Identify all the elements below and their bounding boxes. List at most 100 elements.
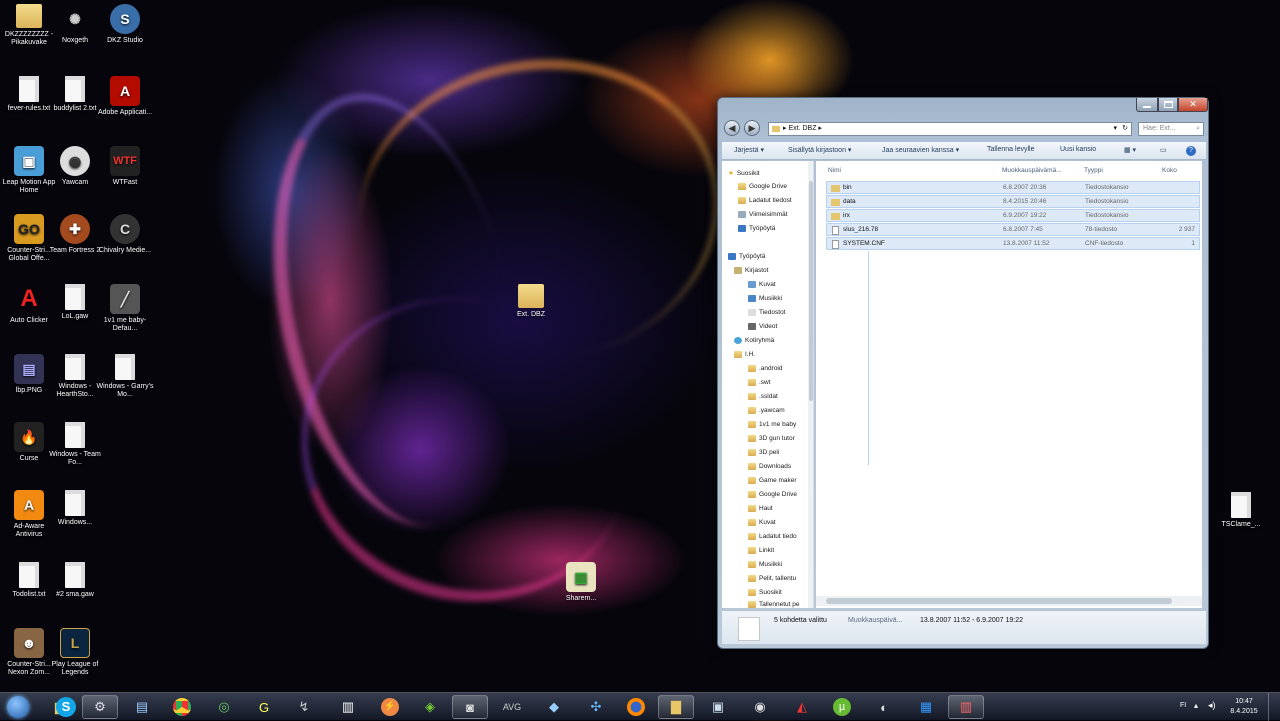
taskbar-game[interactable]: ◉ bbox=[742, 695, 778, 719]
include-in-library-button[interactable]: Sisällytä kirjastoon ▾ bbox=[788, 146, 851, 154]
desktop-icon-league[interactable]: L Play League of Legends bbox=[46, 628, 104, 677]
taskbar-garena[interactable]: G bbox=[246, 695, 282, 719]
nav-item-folder[interactable]: Kuvat bbox=[748, 519, 776, 526]
nav-item-desktop-fav[interactable]: Työpöytä bbox=[738, 225, 775, 232]
taskbar-multi[interactable]: ▥ bbox=[948, 695, 984, 719]
nav-item-folder[interactable]: 3D peli bbox=[748, 449, 779, 456]
nav-item-google-drive[interactable]: Google Drive bbox=[738, 183, 787, 190]
view-options-icon[interactable]: ▦ ▾ bbox=[1124, 146, 1136, 154]
back-button[interactable]: ◀ bbox=[724, 120, 740, 136]
maximize-button[interactable] bbox=[1158, 98, 1178, 112]
burn-button[interactable]: Tallenna levylle bbox=[987, 146, 1034, 153]
table-row[interactable]: irx 6.9.2007 19:22 Tiedostokansio bbox=[826, 209, 1200, 222]
desktop-icon-windows[interactable]: Windows... bbox=[46, 490, 104, 527]
nav-item-music[interactable]: Musiikki bbox=[748, 295, 782, 302]
desktop-icon-2-sma[interactable]: #2 sma.gaw bbox=[46, 562, 104, 599]
taskbar-launcher[interactable]: AVG bbox=[494, 695, 530, 719]
nav-item-recent[interactable]: Viimeisimmät bbox=[738, 211, 788, 218]
nav-item-downloads[interactable]: Ladatut tiedost bbox=[738, 197, 792, 204]
forward-button[interactable]: ▶ bbox=[744, 120, 760, 136]
address-dropdown-icon[interactable]: ▾ bbox=[1113, 123, 1117, 135]
nav-item-libraries[interactable]: Kirjastot bbox=[734, 267, 768, 274]
nav-item-folder[interactable]: 3D gun tutor bbox=[748, 435, 795, 442]
table-row[interactable]: SYSTEM.CNF 13.8.2007 11:52 CNF-tiedosto … bbox=[826, 237, 1200, 250]
nav-item-pictures[interactable]: Kuvat bbox=[748, 281, 776, 288]
nav-item-folder[interactable]: Google Drive bbox=[748, 491, 797, 498]
column-header-modified[interactable]: Muokkauspäivämä... bbox=[1002, 167, 1062, 174]
nav-item-folder[interactable]: .swt bbox=[748, 379, 771, 386]
language-indicator[interactable]: FI bbox=[1180, 702, 1186, 709]
nav-item-folder[interactable]: .android bbox=[748, 365, 783, 372]
nav-item-folder[interactable]: Haut bbox=[748, 505, 773, 512]
nav-item-homegroup[interactable]: Kotiryhmä bbox=[734, 337, 774, 344]
taskbar-app[interactable]: ↯ bbox=[286, 695, 322, 719]
desktop-icon-garrys-mod[interactable]: Windows - Garry's Mo... bbox=[96, 354, 154, 399]
column-header-size[interactable]: Koko bbox=[1162, 167, 1177, 174]
nav-item-folder[interactable]: Suosikit bbox=[748, 589, 782, 596]
desktop-icon-ext-dbz[interactable]: Ext. DBZ bbox=[502, 284, 560, 319]
taskbar-network[interactable]: ✣ bbox=[578, 695, 614, 719]
nav-scrollbar[interactable] bbox=[808, 161, 813, 608]
taskbar-skype[interactable]: S bbox=[48, 695, 84, 719]
taskbar-dart[interactable]: ◭ bbox=[784, 695, 820, 719]
nav-item-folder[interactable]: Musiikki bbox=[748, 561, 782, 568]
taskbar-terminal[interactable]: ◙ bbox=[452, 695, 488, 719]
file-list[interactable]: Nimi Muokkauspäivämä... Tyyppi Koko bin … bbox=[816, 161, 1202, 608]
taskbar-league[interactable]: ▥ bbox=[330, 695, 366, 719]
volume-icon[interactable]: ◂) bbox=[1208, 700, 1216, 711]
nav-item-folder[interactable]: Downloads bbox=[748, 463, 791, 470]
nav-item-folder[interactable]: Tallennetut pe bbox=[748, 601, 799, 608]
desktop-icon-team-fo[interactable]: Windows - Team Fo... bbox=[46, 422, 104, 467]
desktop-icon-tsclame[interactable]: TSClame_... bbox=[1212, 492, 1270, 529]
table-row[interactable]: slus_216.78 6.8.2007 7:45 78-tiedosto 2 … bbox=[826, 223, 1200, 236]
refresh-icon[interactable]: ↻ bbox=[1122, 123, 1128, 135]
scroll-thumb[interactable] bbox=[809, 181, 813, 401]
taskbar-arrow[interactable]: ◆ bbox=[536, 695, 572, 719]
nav-item-folder[interactable]: Game maker bbox=[748, 477, 797, 484]
taskbar-files[interactable]: ▤ bbox=[124, 695, 160, 719]
preview-pane-icon[interactable]: ▭ bbox=[1160, 146, 1167, 154]
taskbar-fraps[interactable]: ◐ bbox=[866, 695, 902, 719]
taskbar-explorer-window[interactable]: ▇ bbox=[658, 695, 694, 719]
nav-item-videos[interactable]: Videot bbox=[748, 323, 777, 330]
search-input[interactable]: Hae: Ext... ⌕ bbox=[1138, 122, 1204, 136]
start-button[interactable] bbox=[2, 695, 34, 719]
share-with-button[interactable]: Jaa seuraavien kanssa ▾ bbox=[882, 146, 959, 154]
scroll-thumb[interactable] bbox=[826, 598, 1172, 604]
breadcrumb-folder[interactable]: Ext. DBZ bbox=[788, 125, 816, 132]
taskbar-nvidia[interactable]: ◈ bbox=[412, 695, 448, 719]
taskbar-media[interactable]: ⚡ bbox=[372, 695, 408, 719]
table-row[interactable]: bin 6.8.2007 20:36 Tiedostokansio bbox=[826, 181, 1200, 194]
organize-button[interactable]: Järjestä ▾ bbox=[734, 146, 764, 154]
nav-item-folder[interactable]: Linkit bbox=[748, 547, 774, 554]
column-header-name[interactable]: Nimi bbox=[828, 167, 841, 174]
help-icon[interactable]: ? bbox=[1186, 146, 1196, 156]
taskbar-chrome[interactable] bbox=[164, 695, 200, 719]
tray-expand-icon[interactable]: ▴ bbox=[1194, 701, 1198, 710]
taskbar-app-window[interactable]: ▣ bbox=[700, 695, 736, 719]
nav-item-folder[interactable]: 1v1 me baby bbox=[748, 421, 796, 428]
nav-item-user[interactable]: I.H. bbox=[734, 351, 755, 358]
horizontal-scrollbar[interactable] bbox=[816, 596, 1202, 606]
desktop-icon-dkz-studio[interactable]: S DKZ Studio bbox=[96, 4, 154, 45]
explorer-window[interactable]: ✕ ◀ ▶ ▸ Ext. DBZ ▸ ▾ ↻ Hae: Ext... ⌕ Järj… bbox=[717, 97, 1209, 649]
nav-item-folder[interactable]: .ssldat bbox=[748, 393, 778, 400]
clock[interactable]: 10:47 8.4.2015 bbox=[1226, 697, 1262, 717]
nav-item-folder[interactable]: .yawcam bbox=[748, 407, 785, 414]
taskbar-xbox[interactable]: ◎ bbox=[206, 695, 242, 719]
new-folder-button[interactable]: Uusi kansio bbox=[1060, 146, 1096, 153]
nav-item-favorites[interactable]: ★ Suosikit bbox=[728, 169, 760, 178]
taskbar-utorrent[interactable]: µ bbox=[824, 695, 860, 719]
taskbar-firefox[interactable] bbox=[618, 695, 654, 719]
column-header-type[interactable]: Tyyppi bbox=[1084, 167, 1103, 174]
show-desktop-button[interactable] bbox=[1268, 693, 1280, 721]
nav-item-documents[interactable]: Tiedostot bbox=[748, 309, 786, 316]
address-bar[interactable]: ▸ Ext. DBZ ▸ ▾ ↻ bbox=[768, 122, 1132, 136]
taskbar-steam[interactable]: ⚙ bbox=[82, 695, 118, 719]
nav-item-folder[interactable]: Ladatut tiedo bbox=[748, 533, 797, 540]
desktop-icon-1v1[interactable]: ╱ 1v1 me baby-Defau... bbox=[96, 284, 154, 333]
nav-item-desktop[interactable]: Työpöytä bbox=[728, 253, 765, 260]
desktop-icon-adobe[interactable]: A Adobe Applicati... bbox=[96, 76, 154, 117]
nav-item-folder[interactable]: Pelit, tallentu bbox=[748, 575, 796, 582]
table-row[interactable]: data 8.4.2015 20:46 Tiedostokansio bbox=[826, 195, 1200, 208]
